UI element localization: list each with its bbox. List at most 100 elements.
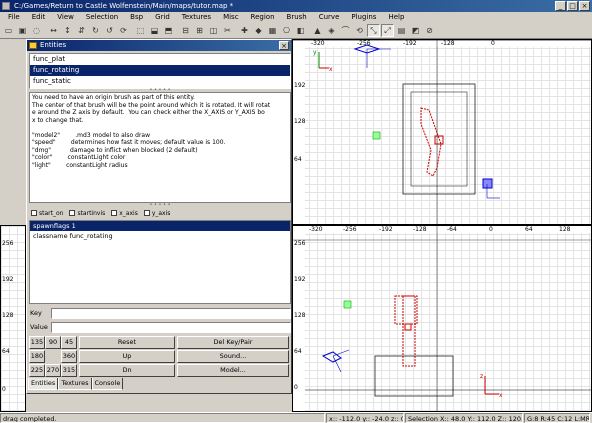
menu-region[interactable]: Region: [245, 12, 281, 23]
menu-misc[interactable]: Misc: [217, 12, 244, 23]
entity-class-item[interactable]: func_static: [30, 76, 290, 87]
player-start-entity[interactable]: [482, 178, 493, 189]
checkbox[interactable]: [143, 210, 150, 216]
dn-button[interactable]: Dn: [79, 364, 175, 377]
rotate-x-icon[interactable]: ↻: [89, 24, 102, 37]
menu-file[interactable]: File: [2, 12, 26, 23]
entities-close-button[interactable]: ×: [279, 41, 289, 50]
flip-z-icon[interactable]: ⇵: [75, 24, 88, 37]
bottom-yruler-1: 192: [294, 276, 306, 283]
menu-textures[interactable]: Textures: [176, 12, 217, 23]
menu-edit[interactable]: Edit: [26, 12, 52, 23]
desc-splitter[interactable]: • • • • •: [29, 203, 291, 208]
camera-icon[interactable]: ⎔: [280, 24, 293, 37]
rotate-z-icon[interactable]: ⟳: [117, 24, 130, 37]
close-button[interactable]: ×: [579, 1, 590, 11]
keyvalue-row-selected[interactable]: spawnflags 1: [30, 221, 290, 231]
entity-icon[interactable]: ▲: [311, 24, 324, 37]
select-icon[interactable]: ⬚: [134, 24, 147, 37]
status-grid: G:8 R:45 C:12 L:MR: [524, 413, 590, 423]
checkbox[interactable]: [31, 210, 37, 216]
menu-bsp[interactable]: Bsp: [124, 12, 149, 23]
axis-icon[interactable]: ✚: [238, 24, 251, 37]
angle-135-button[interactable]: 135: [29, 336, 45, 349]
value-input[interactable]: [51, 321, 291, 333]
key-row: Key: [29, 307, 291, 319]
bottom-yruler-3: 64: [294, 348, 302, 355]
light-entity-side[interactable]: [343, 300, 352, 309]
checkbox[interactable]: [111, 210, 118, 216]
keyvalue-row[interactable]: classname func_rotating: [30, 231, 290, 241]
maximize-button[interactable]: □: [567, 1, 578, 11]
dont-select-icon[interactable]: ⊘: [423, 24, 436, 37]
minimize-button[interactable]: _: [555, 1, 566, 11]
checkbox[interactable]: [69, 210, 76, 216]
save-icon[interactable]: ▣: [16, 24, 29, 37]
key-input[interactable]: [51, 307, 291, 319]
angle-270-button[interactable]: 270: [45, 364, 61, 377]
entity-class-list[interactable]: func_plat func_rotating func_static: [29, 53, 291, 89]
flip-x-icon[interactable]: ↔: [47, 24, 60, 37]
select-inside-icon[interactable]: ⬒: [162, 24, 175, 37]
keyvalue-list[interactable]: spawnflags 1 classname func_rotating: [29, 220, 291, 304]
xz-view-bottom[interactable]: z x -320 -256 -192 -128 -64 0 64 128 256…: [292, 225, 592, 412]
reset-button[interactable]: Reset: [79, 336, 175, 349]
cubic-clip-icon[interactable]: ◧: [294, 24, 307, 37]
csg-merge-icon[interactable]: ⊞: [193, 24, 206, 37]
entities-title-bar[interactable]: Entities ×: [27, 40, 291, 51]
del-key-pair-button[interactable]: Del Key/Pair: [177, 336, 289, 349]
room-brush-outline[interactable]: [402, 83, 476, 195]
menu-plugins[interactable]: Plugins: [345, 12, 382, 23]
tab-textures[interactable]: Textures: [58, 378, 92, 390]
entity-class-item-selected[interactable]: func_rotating: [30, 65, 290, 76]
camera-marker-side[interactable]: [321, 351, 342, 363]
scale-lock-icon[interactable]: ⤢: [381, 24, 394, 37]
entities-dialog-icon: [29, 42, 37, 49]
select-touch-icon[interactable]: ⬓: [148, 24, 161, 37]
xy-view-top[interactable]: y x -320 -256 -192 -128 0 192 128 64: [292, 39, 592, 225]
vertex-icon[interactable]: ◆: [252, 24, 265, 37]
tab-console[interactable]: Console: [91, 378, 124, 390]
clipper-icon[interactable]: ✂: [221, 24, 234, 37]
tab-entities[interactable]: Entities: [28, 378, 59, 390]
free-scale-icon[interactable]: ⤡: [367, 24, 380, 37]
flag-start-on[interactable]: start_on: [31, 210, 63, 217]
angle-90-button[interactable]: 90: [45, 336, 61, 349]
angle-315-button[interactable]: 315: [61, 364, 77, 377]
bottom-yruler-2: 128: [294, 312, 306, 319]
up-button[interactable]: Up: [79, 350, 175, 363]
model-button[interactable]: Model...: [177, 364, 289, 377]
texture-lock-icon[interactable]: ▦: [266, 24, 279, 37]
menu-view[interactable]: View: [51, 12, 80, 23]
open-icon[interactable]: ▭: [2, 24, 15, 37]
hollow-icon[interactable]: ◫: [207, 24, 220, 37]
angle-180-button[interactable]: 180: [29, 350, 45, 363]
flag-y-axis[interactable]: y_axis: [143, 210, 170, 217]
light-entity[interactable]: [372, 131, 381, 140]
menu-selection[interactable]: Selection: [80, 12, 124, 23]
sound-button[interactable]: Sound...: [177, 350, 289, 363]
xz-view-left[interactable]: 256 192 128 64 0: [0, 225, 26, 412]
menu-grid[interactable]: Grid: [149, 12, 176, 23]
left-ruler-0: 256: [2, 240, 14, 247]
menu-brush[interactable]: Brush: [281, 12, 313, 23]
flag-x-axis[interactable]: x_axis: [111, 210, 138, 217]
patch-icon[interactable]: ◈: [325, 24, 338, 37]
rotate-y-icon[interactable]: ↺: [103, 24, 116, 37]
bend-icon[interactable]: ⌒: [339, 24, 352, 37]
rotating-brush-side[interactable]: [394, 295, 418, 325]
menu-curve[interactable]: Curve: [313, 12, 346, 23]
menu-help[interactable]: Help: [382, 12, 410, 23]
show-patch-icon[interactable]: ◩: [409, 24, 422, 37]
entity-class-item[interactable]: func_plat: [30, 54, 290, 65]
free-rotate-icon[interactable]: ⟲: [353, 24, 366, 37]
rotating-brush[interactable]: [420, 107, 442, 177]
angle-45-button[interactable]: 45: [61, 336, 77, 349]
flip-y-icon[interactable]: ↕: [61, 24, 74, 37]
angle-360-button[interactable]: 360: [61, 350, 77, 363]
angle-225-button[interactable]: 225: [29, 364, 45, 377]
flag-startinvis[interactable]: startinvis: [69, 210, 105, 217]
csg-subtract-icon[interactable]: ⊟: [179, 24, 192, 37]
xray-icon[interactable]: ◌: [30, 24, 43, 37]
texture-icon[interactable]: ▤: [395, 24, 408, 37]
